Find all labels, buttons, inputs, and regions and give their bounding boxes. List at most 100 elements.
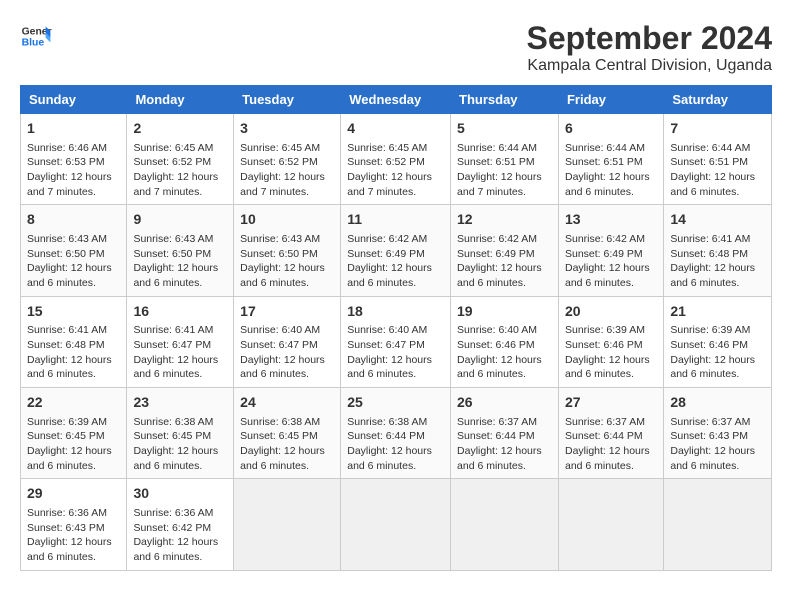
day-number: 1 (27, 119, 120, 139)
calendar-cell: 9Sunrise: 6:43 AM Sunset: 6:50 PM Daylig… (127, 205, 234, 296)
weekday-wednesday: Wednesday (341, 86, 451, 114)
svg-text:Blue: Blue (22, 38, 45, 49)
calendar-cell: 11Sunrise: 6:42 AM Sunset: 6:49 PM Dayli… (341, 205, 451, 296)
day-number: 18 (347, 302, 444, 322)
day-info: Sunrise: 6:43 AM Sunset: 6:50 PM Dayligh… (27, 232, 120, 291)
calendar-cell: 19Sunrise: 6:40 AM Sunset: 6:46 PM Dayli… (451, 296, 559, 387)
day-info: Sunrise: 6:44 AM Sunset: 6:51 PM Dayligh… (457, 141, 552, 200)
day-number: 30 (133, 484, 227, 504)
weekday-tuesday: Tuesday (234, 86, 341, 114)
calendar-cell: 2Sunrise: 6:45 AM Sunset: 6:52 PM Daylig… (127, 114, 234, 205)
calendar-cell: 15Sunrise: 6:41 AM Sunset: 6:48 PM Dayli… (21, 296, 127, 387)
calendar-cell: 24Sunrise: 6:38 AM Sunset: 6:45 PM Dayli… (234, 388, 341, 479)
calendar-cell: 18Sunrise: 6:40 AM Sunset: 6:47 PM Dayli… (341, 296, 451, 387)
day-number: 14 (670, 210, 765, 230)
day-info: Sunrise: 6:42 AM Sunset: 6:49 PM Dayligh… (565, 232, 657, 291)
day-info: Sunrise: 6:43 AM Sunset: 6:50 PM Dayligh… (240, 232, 334, 291)
day-info: Sunrise: 6:40 AM Sunset: 6:47 PM Dayligh… (240, 323, 334, 382)
calendar-cell: 1Sunrise: 6:46 AM Sunset: 6:53 PM Daylig… (21, 114, 127, 205)
calendar-cell: 29Sunrise: 6:36 AM Sunset: 6:43 PM Dayli… (21, 479, 127, 570)
day-info: Sunrise: 6:45 AM Sunset: 6:52 PM Dayligh… (240, 141, 334, 200)
day-info: Sunrise: 6:41 AM Sunset: 6:48 PM Dayligh… (27, 323, 120, 382)
logo-icon: General Blue (20, 20, 52, 52)
day-number: 28 (670, 393, 765, 413)
calendar-cell: 23Sunrise: 6:38 AM Sunset: 6:45 PM Dayli… (127, 388, 234, 479)
calendar-table: SundayMondayTuesdayWednesdayThursdayFrid… (20, 85, 772, 571)
day-info: Sunrise: 6:44 AM Sunset: 6:51 PM Dayligh… (565, 141, 657, 200)
day-info: Sunrise: 6:39 AM Sunset: 6:46 PM Dayligh… (670, 323, 765, 382)
day-info: Sunrise: 6:36 AM Sunset: 6:42 PM Dayligh… (133, 506, 227, 565)
day-info: Sunrise: 6:43 AM Sunset: 6:50 PM Dayligh… (133, 232, 227, 291)
day-number: 4 (347, 119, 444, 139)
day-number: 16 (133, 302, 227, 322)
day-info: Sunrise: 6:45 AM Sunset: 6:52 PM Dayligh… (133, 141, 227, 200)
day-info: Sunrise: 6:39 AM Sunset: 6:45 PM Dayligh… (27, 415, 120, 474)
day-number: 11 (347, 210, 444, 230)
calendar-cell: 25Sunrise: 6:38 AM Sunset: 6:44 PM Dayli… (341, 388, 451, 479)
day-info: Sunrise: 6:38 AM Sunset: 6:44 PM Dayligh… (347, 415, 444, 474)
day-number: 23 (133, 393, 227, 413)
day-info: Sunrise: 6:36 AM Sunset: 6:43 PM Dayligh… (27, 506, 120, 565)
day-info: Sunrise: 6:38 AM Sunset: 6:45 PM Dayligh… (133, 415, 227, 474)
calendar-cell: 6Sunrise: 6:44 AM Sunset: 6:51 PM Daylig… (558, 114, 663, 205)
weekday-sunday: Sunday (21, 86, 127, 114)
calendar-cell: 28Sunrise: 6:37 AM Sunset: 6:43 PM Dayli… (664, 388, 772, 479)
day-number: 19 (457, 302, 552, 322)
calendar-cell: 5Sunrise: 6:44 AM Sunset: 6:51 PM Daylig… (451, 114, 559, 205)
main-title: September 2024 (527, 20, 772, 57)
day-number: 2 (133, 119, 227, 139)
calendar-cell: 27Sunrise: 6:37 AM Sunset: 6:44 PM Dayli… (558, 388, 663, 479)
day-info: Sunrise: 6:42 AM Sunset: 6:49 PM Dayligh… (457, 232, 552, 291)
day-info: Sunrise: 6:44 AM Sunset: 6:51 PM Dayligh… (670, 141, 765, 200)
weekday-thursday: Thursday (451, 86, 559, 114)
day-number: 17 (240, 302, 334, 322)
day-info: Sunrise: 6:37 AM Sunset: 6:44 PM Dayligh… (565, 415, 657, 474)
calendar-cell: 30Sunrise: 6:36 AM Sunset: 6:42 PM Dayli… (127, 479, 234, 570)
calendar-week-2: 8Sunrise: 6:43 AM Sunset: 6:50 PM Daylig… (21, 205, 772, 296)
day-number: 9 (133, 210, 227, 230)
day-info: Sunrise: 6:40 AM Sunset: 6:47 PM Dayligh… (347, 323, 444, 382)
day-info: Sunrise: 6:39 AM Sunset: 6:46 PM Dayligh… (565, 323, 657, 382)
day-info: Sunrise: 6:37 AM Sunset: 6:44 PM Dayligh… (457, 415, 552, 474)
calendar-week-5: 29Sunrise: 6:36 AM Sunset: 6:43 PM Dayli… (21, 479, 772, 570)
calendar-cell (664, 479, 772, 570)
calendar-cell: 14Sunrise: 6:41 AM Sunset: 6:48 PM Dayli… (664, 205, 772, 296)
day-number: 15 (27, 302, 120, 322)
calendar-week-4: 22Sunrise: 6:39 AM Sunset: 6:45 PM Dayli… (21, 388, 772, 479)
calendar-cell (234, 479, 341, 570)
day-info: Sunrise: 6:46 AM Sunset: 6:53 PM Dayligh… (27, 141, 120, 200)
calendar-week-3: 15Sunrise: 6:41 AM Sunset: 6:48 PM Dayli… (21, 296, 772, 387)
day-number: 26 (457, 393, 552, 413)
day-info: Sunrise: 6:42 AM Sunset: 6:49 PM Dayligh… (347, 232, 444, 291)
calendar-body: 1Sunrise: 6:46 AM Sunset: 6:53 PM Daylig… (21, 114, 772, 571)
calendar-cell: 4Sunrise: 6:45 AM Sunset: 6:52 PM Daylig… (341, 114, 451, 205)
day-info: Sunrise: 6:41 AM Sunset: 6:48 PM Dayligh… (670, 232, 765, 291)
day-info: Sunrise: 6:40 AM Sunset: 6:46 PM Dayligh… (457, 323, 552, 382)
calendar-cell: 8Sunrise: 6:43 AM Sunset: 6:50 PM Daylig… (21, 205, 127, 296)
calendar-cell: 20Sunrise: 6:39 AM Sunset: 6:46 PM Dayli… (558, 296, 663, 387)
logo: General Blue (20, 20, 52, 52)
calendar-cell: 17Sunrise: 6:40 AM Sunset: 6:47 PM Dayli… (234, 296, 341, 387)
day-info: Sunrise: 6:45 AM Sunset: 6:52 PM Dayligh… (347, 141, 444, 200)
day-info: Sunrise: 6:41 AM Sunset: 6:47 PM Dayligh… (133, 323, 227, 382)
day-number: 25 (347, 393, 444, 413)
calendar-cell: 10Sunrise: 6:43 AM Sunset: 6:50 PM Dayli… (234, 205, 341, 296)
day-number: 22 (27, 393, 120, 413)
day-number: 10 (240, 210, 334, 230)
calendar-cell: 16Sunrise: 6:41 AM Sunset: 6:47 PM Dayli… (127, 296, 234, 387)
day-number: 7 (670, 119, 765, 139)
calendar-week-1: 1Sunrise: 6:46 AM Sunset: 6:53 PM Daylig… (21, 114, 772, 205)
day-info: Sunrise: 6:38 AM Sunset: 6:45 PM Dayligh… (240, 415, 334, 474)
calendar-cell: 13Sunrise: 6:42 AM Sunset: 6:49 PM Dayli… (558, 205, 663, 296)
calendar-cell (558, 479, 663, 570)
day-info: Sunrise: 6:37 AM Sunset: 6:43 PM Dayligh… (670, 415, 765, 474)
day-number: 21 (670, 302, 765, 322)
calendar-cell (341, 479, 451, 570)
day-number: 5 (457, 119, 552, 139)
calendar-cell: 22Sunrise: 6:39 AM Sunset: 6:45 PM Dayli… (21, 388, 127, 479)
title-area: September 2024 Kampala Central Division,… (527, 20, 772, 75)
calendar-cell: 12Sunrise: 6:42 AM Sunset: 6:49 PM Dayli… (451, 205, 559, 296)
day-number: 29 (27, 484, 120, 504)
calendar-cell (451, 479, 559, 570)
weekday-monday: Monday (127, 86, 234, 114)
